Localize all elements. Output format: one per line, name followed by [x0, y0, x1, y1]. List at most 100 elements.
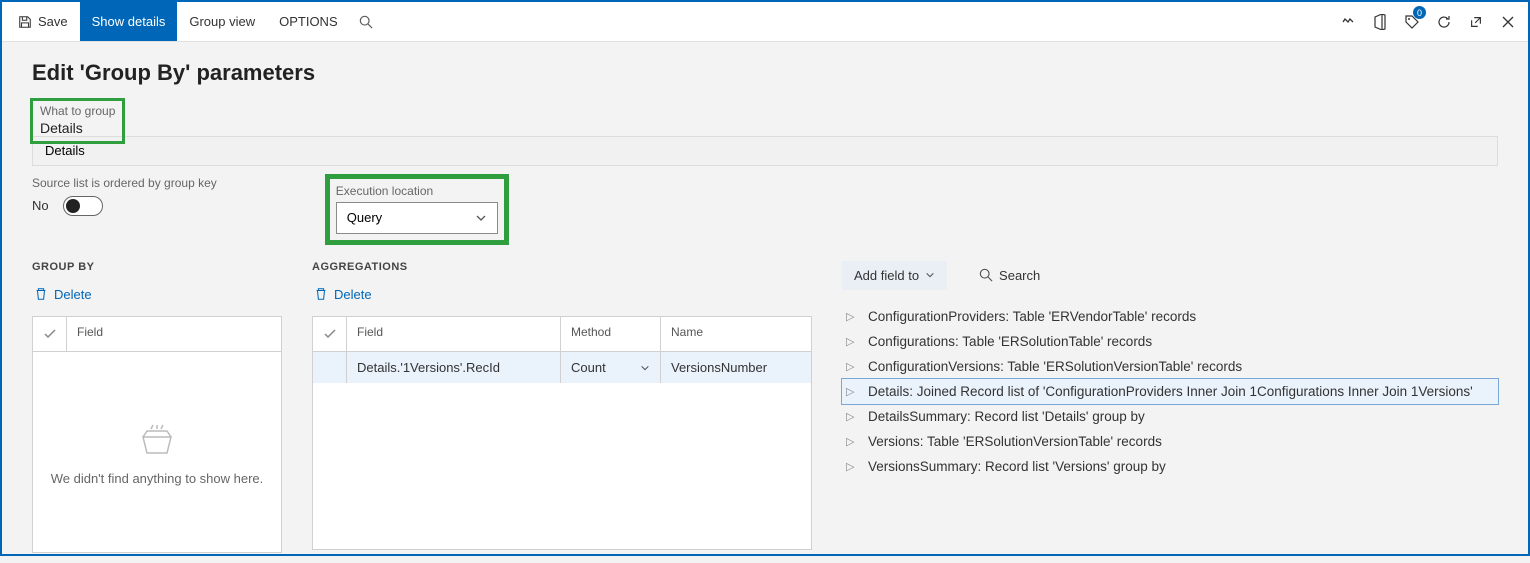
search-icon	[359, 15, 373, 29]
ordered-label: Source list is ordered by group key	[32, 176, 217, 190]
aggregations-select-all[interactable]	[313, 317, 347, 351]
execution-location-select[interactable]: Query	[336, 202, 498, 234]
notifications-button[interactable]: 0	[1396, 2, 1428, 41]
expander-icon[interactable]: ▷	[846, 410, 856, 423]
group-view-label: Group view	[189, 14, 255, 29]
options-button[interactable]: OPTIONS	[267, 2, 350, 41]
group-by-delete-label: Delete	[54, 287, 92, 302]
refresh-icon	[1436, 14, 1452, 30]
group-by-grid: Field We didn't find anything to show he…	[32, 316, 282, 553]
expander-icon[interactable]: ▷	[846, 460, 856, 473]
tree-item-label: Versions: Table 'ERSolutionVersionTable'…	[868, 434, 1162, 449]
params-row: Source list is ordered by group key No E…	[32, 176, 1498, 243]
empty-box-icon	[137, 419, 177, 459]
search-button[interactable]	[350, 2, 382, 41]
office-icon[interactable]	[1364, 2, 1396, 41]
agg-method-cell[interactable]: Count	[561, 352, 661, 383]
page-body: Edit 'Group By' parameters What to group…	[2, 42, 1528, 563]
aggregations-delete-button[interactable]: Delete	[312, 283, 374, 306]
save-label: Save	[38, 14, 68, 29]
agg-field-header[interactable]: Field	[347, 317, 561, 351]
group-view-button[interactable]: Group view	[177, 2, 267, 41]
notification-badge: 0	[1413, 6, 1426, 19]
what-to-group-input[interactable]	[32, 136, 1498, 166]
execution-location-highlight: Execution location Query	[327, 176, 507, 243]
aggregations-delete-label: Delete	[334, 287, 372, 302]
options-label: OPTIONS	[279, 14, 338, 29]
popout-icon	[1469, 15, 1483, 29]
tree-item-label: Details: Joined Record list of 'Configur…	[868, 384, 1473, 399]
search-icon	[979, 268, 993, 282]
what-to-group-label: What to group	[32, 100, 123, 118]
what-to-group-highlight: What to group Details	[32, 100, 123, 142]
tree-item-label: VersionsSummary: Record list 'Versions' …	[868, 459, 1166, 474]
save-icon	[18, 15, 32, 29]
tree-item[interactable]: ▷ VersionsSummary: Record list 'Versions'…	[842, 454, 1498, 479]
trash-icon	[34, 287, 48, 301]
close-button[interactable]	[1492, 2, 1524, 41]
group-by-select-all[interactable]	[33, 317, 67, 351]
show-details-button[interactable]: Show details	[80, 2, 178, 41]
tree-item[interactable]: ▷ Versions: Table 'ERSolutionVersionTable…	[842, 429, 1498, 454]
group-by-heading: GROUP BY	[32, 261, 282, 273]
execution-location-label: Execution location	[336, 184, 498, 198]
tree-item[interactable]: ▷ Details: Joined Record list of 'Configu…	[842, 379, 1498, 404]
group-by-empty-text: We didn't find anything to show here.	[51, 471, 264, 486]
tree-item-label: Configurations: Table 'ERSolutionTable' …	[868, 334, 1152, 349]
what-to-group-visible-value: Details	[32, 120, 123, 142]
what-to-group-block: What to group Details	[32, 100, 1498, 166]
tree-item[interactable]: ▷ ConfigurationVersions: Table 'ERSolutio…	[842, 354, 1498, 379]
popout-button[interactable]	[1460, 2, 1492, 41]
chevron-down-icon	[925, 270, 935, 280]
tree-item[interactable]: ▷ ConfigurationProviders: Table 'ERVendor…	[842, 304, 1498, 329]
tree-item-label: ConfigurationProviders: Table 'ERVendorT…	[868, 309, 1196, 324]
chevron-down-icon	[640, 363, 650, 373]
agg-method-header[interactable]: Method	[561, 317, 661, 351]
trash-icon	[314, 287, 328, 301]
command-bar: Save Show details Group view OPTIONS 0	[2, 2, 1528, 42]
tree-search-button[interactable]: Search	[967, 261, 1052, 290]
tree-item[interactable]: ▷ DetailsSummary: Record list 'Details' g…	[842, 404, 1498, 429]
expander-icon[interactable]: ▷	[846, 435, 856, 448]
data-source-tree-panel: Add field to Search ▷ ConfigurationProvid…	[842, 261, 1498, 479]
save-button[interactable]: Save	[6, 2, 80, 41]
expander-icon[interactable]: ▷	[846, 385, 856, 398]
expander-icon[interactable]: ▷	[846, 310, 856, 323]
add-field-to-label: Add field to	[854, 268, 919, 283]
data-source-tree: ▷ ConfigurationProviders: Table 'ERVendor…	[842, 304, 1498, 479]
group-by-field-header[interactable]: Field	[67, 317, 281, 351]
execution-location-value: Query	[347, 210, 382, 225]
tree-item[interactable]: ▷ Configurations: Table 'ERSolutionTable'…	[842, 329, 1498, 354]
group-by-column: GROUP BY Delete Field We didn't find any…	[32, 261, 282, 554]
expander-icon[interactable]: ▷	[846, 360, 856, 373]
add-field-to-button[interactable]: Add field to	[842, 261, 947, 290]
connector-icon[interactable]	[1332, 2, 1364, 41]
aggregations-heading: AGGREGATIONS	[312, 261, 812, 273]
tree-item-label: ConfigurationVersions: Table 'ERSolution…	[868, 359, 1242, 374]
aggregations-grid: Field Method Name Details.'1Versions'.Re…	[312, 316, 812, 550]
ordered-toggle[interactable]	[63, 196, 103, 216]
aggregations-column: AGGREGATIONS Delete Field Method Name De…	[312, 261, 812, 551]
chevron-down-icon	[475, 212, 487, 224]
group-by-empty: We didn't find anything to show here.	[33, 352, 281, 552]
aggregations-grid-body	[313, 383, 811, 549]
ordered-value: No	[32, 198, 49, 213]
tree-search-label: Search	[999, 268, 1040, 283]
agg-method-value: Count	[571, 360, 606, 375]
close-icon	[1501, 15, 1515, 29]
agg-name-header[interactable]: Name	[661, 317, 811, 351]
ordered-block: Source list is ordered by group key No	[32, 176, 217, 216]
agg-name-cell[interactable]: VersionsNumber	[661, 352, 811, 383]
columns: GROUP BY Delete Field We didn't find any…	[32, 261, 1498, 554]
show-details-label: Show details	[92, 14, 166, 29]
group-by-delete-button[interactable]: Delete	[32, 283, 94, 306]
table-row[interactable]: Details.'1Versions'.RecId Count Versions…	[313, 352, 811, 383]
tree-item-label: DetailsSummary: Record list 'Details' gr…	[868, 409, 1145, 424]
refresh-button[interactable]	[1428, 2, 1460, 41]
expander-icon[interactable]: ▷	[846, 335, 856, 348]
agg-field-cell[interactable]: Details.'1Versions'.RecId	[347, 352, 561, 383]
row-checkbox[interactable]	[313, 352, 347, 383]
check-icon	[43, 327, 57, 341]
page-title: Edit 'Group By' parameters	[32, 60, 1498, 86]
check-icon	[323, 327, 337, 341]
